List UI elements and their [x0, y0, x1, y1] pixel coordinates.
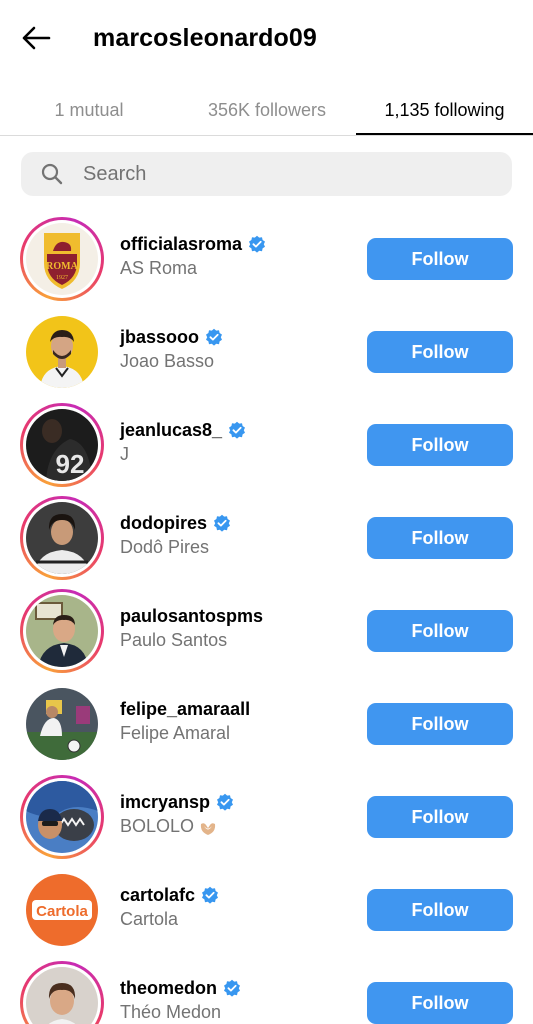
follow-button[interactable]: Follow: [367, 796, 513, 838]
profile-photo-icon: [26, 781, 98, 853]
follow-button[interactable]: Follow: [367, 703, 513, 745]
avatar: Cartola: [26, 874, 98, 946]
list-item[interactable]: paulosantospms Paulo Santos Follow: [0, 582, 533, 675]
tab-followers[interactable]: 356K followers: [178, 84, 356, 136]
avatar: [26, 967, 98, 1024]
list-item[interactable]: ROMA 1927 officialasroma AS Roma Follow: [0, 210, 533, 303]
story-ring[interactable]: [20, 961, 104, 1024]
full-name: Joao Basso: [120, 351, 215, 371]
follow-button[interactable]: Follow: [367, 610, 513, 652]
username[interactable]: theomedon: [120, 978, 217, 999]
avatar: [26, 781, 98, 853]
full-name: Felipe Amaral: [120, 723, 231, 743]
list-item[interactable]: dodopires Dodô Pires Follow: [0, 489, 533, 582]
verified-badge-icon: [228, 421, 246, 439]
list-item[interactable]: jbassooo Joao Basso Follow: [0, 303, 533, 396]
username[interactable]: felipe_amaraall: [120, 699, 250, 720]
username[interactable]: jeanlucas8_: [120, 420, 222, 441]
back-button[interactable]: [18, 22, 54, 54]
profile-photo-icon: [26, 316, 98, 388]
verified-badge-icon: [216, 793, 234, 811]
follow-button[interactable]: Follow: [367, 331, 513, 373]
username[interactable]: jbassooo: [120, 327, 199, 348]
profile-photo-icon: [26, 688, 98, 760]
username[interactable]: dodopires: [120, 513, 207, 534]
story-ring[interactable]: 92: [20, 403, 104, 487]
as-roma-crest-icon: ROMA 1927: [26, 223, 98, 295]
list-item[interactable]: Cartola cartolafc Cartola Follow: [0, 861, 533, 954]
story-ring[interactable]: [20, 589, 104, 673]
avatar: [26, 316, 98, 388]
search-bar[interactable]: [21, 152, 512, 196]
profile-photo-icon: 92: [26, 409, 98, 481]
verified-badge-icon: [213, 514, 231, 532]
tab-mutual[interactable]: 1 mutual: [0, 84, 178, 136]
username[interactable]: imcryansp: [120, 792, 210, 813]
avatar: [26, 688, 98, 760]
follow-button[interactable]: Follow: [367, 889, 513, 931]
avatar: ROMA 1927: [26, 223, 98, 295]
svg-text:Cartola: Cartola: [36, 903, 88, 920]
avatar: [26, 502, 98, 574]
tab-following[interactable]: 1,135 following: [356, 84, 533, 136]
profile-username-title: marcosleonardo09: [93, 24, 317, 52]
follow-button[interactable]: Follow: [367, 238, 513, 280]
full-name: Paulo Santos: [120, 630, 228, 650]
full-name: Dodô Pires: [120, 537, 210, 557]
list-item[interactable]: theomedon Théo Medon Follow: [0, 954, 533, 1024]
heart-hands-emoji-icon: [199, 820, 217, 835]
follow-button[interactable]: Follow: [367, 982, 513, 1024]
top-bar: marcosleonardo09: [0, 0, 533, 80]
arrow-left-icon: [22, 26, 51, 50]
active-tab-indicator: [356, 133, 533, 135]
list-item[interactable]: 92 jeanlucas8_ J Follow: [0, 396, 533, 489]
search-icon: [41, 163, 63, 185]
avatar: [26, 595, 98, 667]
avatar-frame[interactable]: [20, 682, 104, 766]
verified-badge-icon: [223, 979, 241, 997]
avatar-frame[interactable]: Cartola: [20, 868, 104, 952]
full-name: BOLOLO: [120, 816, 234, 837]
story-ring[interactable]: ROMA 1927: [20, 217, 104, 301]
follow-tabs: 1 mutual 356K followers 1,135 following: [0, 84, 533, 136]
username[interactable]: officialasroma: [120, 234, 242, 255]
avatar: 92: [26, 409, 98, 481]
follow-button[interactable]: Follow: [367, 517, 513, 559]
username[interactable]: paulosantospms: [120, 606, 263, 627]
full-name-text: BOLOLO: [120, 816, 195, 836]
verified-badge-icon: [205, 328, 223, 346]
cartola-logo-icon: Cartola: [26, 874, 98, 946]
profile-photo-icon: [26, 502, 98, 574]
search-input[interactable]: [83, 162, 483, 186]
svg-text:ROMA: ROMA: [46, 261, 78, 272]
story-ring[interactable]: [20, 496, 104, 580]
svg-text:1927: 1927: [56, 275, 68, 281]
full-name: Théo Medon: [120, 1002, 222, 1022]
verified-badge-icon: [248, 235, 266, 253]
full-name: Cartola: [120, 909, 179, 929]
list-item[interactable]: imcryansp BOLOLO Follow: [0, 768, 533, 861]
story-ring[interactable]: [20, 775, 104, 859]
avatar-frame[interactable]: [20, 310, 104, 394]
full-name: J: [120, 444, 129, 464]
svg-text:92: 92: [56, 449, 85, 479]
username[interactable]: cartolafc: [120, 885, 195, 906]
list-item[interactable]: felipe_amaraall Felipe Amaral Follow: [0, 675, 533, 768]
follow-button[interactable]: Follow: [367, 424, 513, 466]
full-name: AS Roma: [120, 258, 198, 278]
verified-badge-icon: [201, 886, 219, 904]
profile-photo-icon: [26, 595, 98, 667]
profile-photo-icon: [26, 967, 98, 1024]
